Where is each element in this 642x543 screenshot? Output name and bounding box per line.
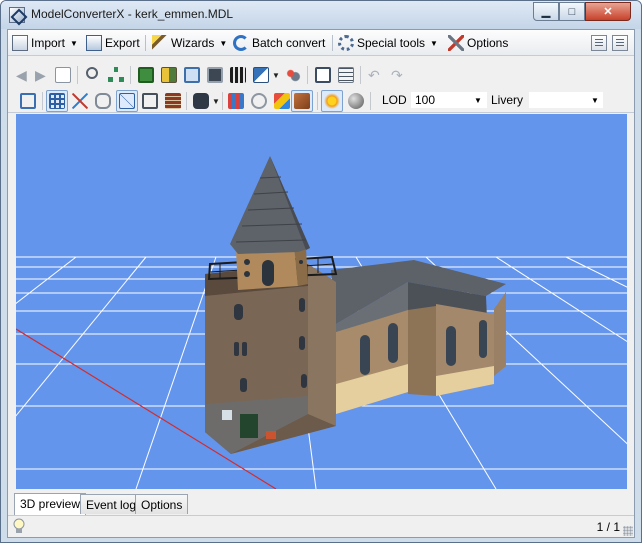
export-menu[interactable]: Export [86, 34, 140, 52]
color-cube-icon[interactable] [274, 93, 290, 109]
toolbar-divider [370, 92, 371, 110]
title-bar[interactable]: ModelConverterX - kerk_emmen.MDL ▁ □ ✕ [1, 1, 641, 29]
zoom-extents-icon[interactable] [20, 93, 36, 109]
forward-arrow-icon[interactable]: ▶ [35, 67, 51, 83]
app-icon[interactable] [9, 7, 25, 23]
chevron-down-icon[interactable]: ▼ [212, 97, 220, 106]
film-icon[interactable] [230, 67, 246, 83]
livery-label: Livery [491, 93, 524, 107]
chevron-down-icon: ▼ [430, 38, 438, 48]
wizards-menu[interactable]: Wizards ▼ [152, 34, 227, 52]
special-tools-menu[interactable]: Special tools ▼ [338, 34, 438, 52]
help-icon[interactable] [612, 35, 628, 51]
settings-icon[interactable] [285, 67, 301, 83]
solid-cube-icon [294, 93, 310, 109]
camera-view-icon[interactable] [193, 93, 209, 109]
page-indicator: 1 / 1 [596, 520, 620, 534]
3d-preview-viewport[interactable] [16, 114, 627, 489]
export-label: Export [105, 36, 140, 50]
toolbar-divider [317, 92, 318, 110]
options-label: Options [467, 36, 509, 50]
grid-icon [49, 93, 65, 109]
toolbar-divider [307, 66, 308, 84]
maximize-icon: □ [568, 5, 576, 18]
wireframe-toggle[interactable] [116, 90, 138, 112]
hierarchy-icon[interactable] [108, 67, 124, 83]
cube-icon[interactable] [142, 93, 158, 109]
chevron-down-icon[interactable]: ▼ [474, 96, 482, 105]
lighting-toggle[interactable] [321, 90, 343, 112]
toolbar-divider [360, 66, 361, 84]
sphere-icon[interactable] [348, 93, 364, 109]
image-icon[interactable] [138, 67, 154, 83]
export-arrow-icon[interactable] [253, 67, 269, 83]
render-icon[interactable] [228, 93, 244, 109]
close-icon: ✕ [603, 6, 613, 18]
chevron-down-icon[interactable]: ▼ [272, 71, 280, 80]
toolbar-divider [130, 66, 131, 84]
help-icon[interactable] [591, 35, 607, 51]
normals-icon[interactable] [251, 93, 267, 109]
batch-convert-label: Batch convert [252, 36, 326, 50]
status-bar: 1 / 1 [8, 515, 634, 537]
wizards-label: Wizards [171, 36, 215, 50]
tab-event-log[interactable]: Event log [80, 494, 143, 514]
client-area: Import ▼ Export Wizards ▼ Batch convert … [7, 29, 635, 538]
minimize-button[interactable]: ▁ [533, 2, 559, 21]
tab-options[interactable]: Options [135, 494, 189, 514]
toolbar-divider [186, 92, 187, 110]
back-arrow-icon[interactable]: ◀ [16, 67, 32, 83]
lod-label: LOD [382, 93, 407, 107]
import-menu[interactable]: Import ▼ [12, 34, 78, 52]
batch-convert-button[interactable]: Batch convert [233, 34, 325, 52]
minimize-icon: ▁ [541, 6, 551, 18]
3d-scene [16, 156, 627, 489]
redo-icon[interactable]: ↷ [391, 67, 407, 83]
resize-grip[interactable] [623, 526, 633, 536]
toolbar-divider [77, 66, 78, 84]
menu-bar: Import ▼ Export Wizards ▼ Batch convert … [8, 30, 634, 56]
copy-icon[interactable] [184, 67, 200, 83]
import-label: Import [31, 36, 66, 50]
wireframe-icon [119, 93, 135, 109]
zoom-icon[interactable] [86, 67, 98, 79]
menu-divider [145, 35, 146, 51]
chevron-down-icon: ▼ [219, 38, 228, 48]
lightbulb-icon[interactable] [12, 518, 26, 535]
application-window: ModelConverterX - kerk_emmen.MDL ▁ □ ✕ I… [0, 0, 642, 543]
tab-3d-preview[interactable]: 3D preview [14, 493, 87, 515]
list-icon[interactable] [338, 67, 354, 83]
import-icon [12, 35, 28, 51]
toolbar-divider [42, 92, 43, 110]
batch-convert-icon [233, 35, 249, 51]
toolbar-row-1: ◀ ▶ ▼ ↶ ↷ [8, 57, 634, 89]
chevron-down-icon: ▼ [70, 38, 78, 48]
options-button[interactable]: Options [448, 34, 508, 52]
export-icon [86, 35, 102, 51]
texture-icon[interactable] [161, 67, 177, 83]
chevron-down-icon[interactable]: ▼ [591, 96, 599, 105]
link-icon[interactable] [95, 93, 111, 109]
undo-icon[interactable]: ↶ [368, 67, 384, 83]
axis-icon[interactable] [72, 93, 88, 109]
menu-divider [332, 35, 333, 51]
camera-icon[interactable] [207, 67, 223, 83]
grid-toggle[interactable] [46, 90, 68, 112]
window-title: ModelConverterX - kerk_emmen.MDL [31, 7, 234, 21]
close-button[interactable]: ✕ [585, 2, 631, 21]
document-icon[interactable] [55, 67, 71, 83]
special-tools-gear-icon [338, 35, 354, 51]
church-model [205, 156, 506, 454]
wizard-wand-icon [152, 35, 168, 51]
sun-icon [324, 93, 340, 109]
solid-toggle[interactable] [291, 90, 313, 112]
maximize-button[interactable]: □ [559, 2, 585, 21]
special-tools-label: Special tools [357, 36, 426, 50]
options-tools-icon [448, 35, 464, 51]
toolbar-divider [222, 92, 223, 110]
picture-icon[interactable] [315, 67, 331, 83]
bricks-icon[interactable] [165, 93, 181, 109]
